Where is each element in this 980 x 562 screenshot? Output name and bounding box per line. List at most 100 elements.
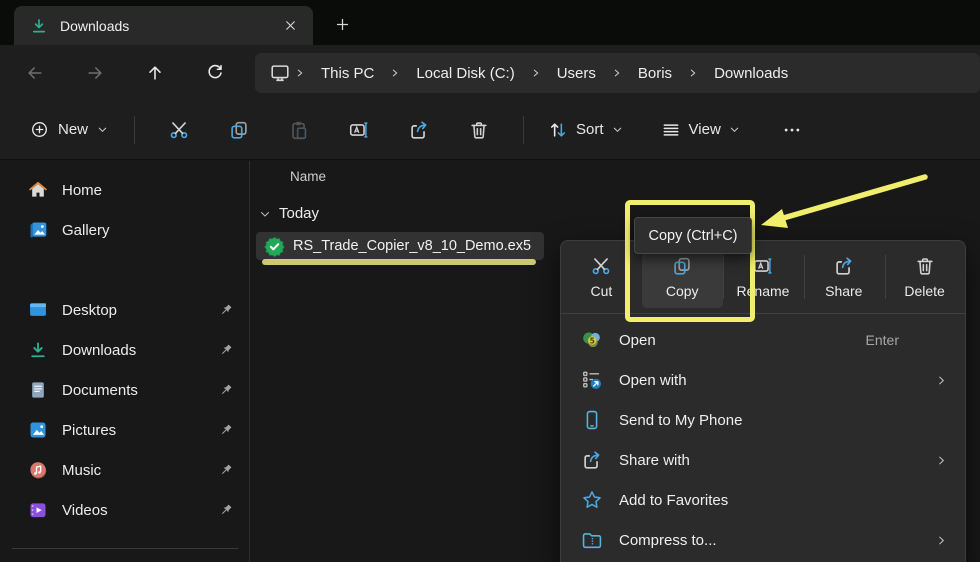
gallery-icon: [28, 220, 48, 240]
chevron-right-icon: [608, 67, 626, 79]
chevron-right-icon: [291, 67, 309, 79]
close-icon[interactable]: [277, 13, 303, 39]
open-with-icon: [580, 369, 604, 391]
menu-item-label: Share with: [619, 452, 935, 469]
delete-icon: [914, 255, 936, 277]
new-button[interactable]: New: [18, 113, 120, 146]
share-button[interactable]: [397, 111, 441, 149]
download-icon: [30, 17, 48, 35]
chevron-right-icon: [386, 67, 404, 79]
sidebar-item-videos[interactable]: Videos: [6, 492, 244, 528]
file-row-selected[interactable]: RS_Trade_Copier_v8_10_Demo.ex5: [256, 232, 544, 260]
sidebar: Home Gallery: [0, 161, 250, 562]
sidebar-item-downloads[interactable]: Downloads: [6, 332, 244, 368]
rename-button[interactable]: [337, 111, 381, 149]
menu-item-label: Open with: [619, 372, 935, 389]
cut-icon: [168, 119, 190, 141]
paste-icon: [288, 119, 310, 141]
menu-item-open[interactable]: 5 Open Enter: [561, 320, 965, 360]
breadcrumb-users[interactable]: Users: [545, 61, 608, 86]
phone-icon: [580, 409, 604, 431]
up-button[interactable]: [138, 58, 172, 88]
tab-downloads[interactable]: Downloads: [14, 6, 313, 45]
desktop-icon: [28, 300, 48, 320]
sidebar-item-label: Downloads: [62, 342, 218, 359]
quick-action-share[interactable]: Share: [803, 246, 884, 308]
chevron-right-icon: [935, 374, 947, 387]
menu-item-label: Add to Favorites: [619, 492, 947, 509]
pin-icon: [218, 422, 234, 438]
delete-button[interactable]: [457, 111, 501, 149]
quick-action-label: Cut: [591, 283, 613, 299]
share-icon: [833, 255, 855, 277]
chevron-right-icon: [684, 67, 702, 79]
pin-icon: [218, 342, 234, 358]
menu-item-label: Open: [619, 332, 866, 349]
quick-actions-row: Cut Copy: [561, 241, 965, 313]
sidebar-item-label: Home: [62, 182, 234, 199]
new-tab-button[interactable]: [327, 10, 357, 38]
menu-item-send-to-phone[interactable]: Send to My Phone: [561, 400, 965, 440]
quick-action-delete[interactable]: Delete: [884, 246, 965, 308]
file-name: RS_Trade_Copier_v8_10_Demo.ex5: [293, 238, 531, 254]
menu-item-share-with[interactable]: Share with: [561, 440, 965, 480]
delete-icon: [468, 119, 490, 141]
sidebar-item-documents[interactable]: Documents: [6, 372, 244, 408]
music-icon: [28, 460, 48, 480]
star-icon: [580, 489, 604, 511]
menu-item-compress-to[interactable]: Compress to...: [561, 520, 965, 560]
breadcrumb-downloads[interactable]: Downloads: [702, 61, 800, 86]
quick-action-label: Delete: [904, 283, 944, 299]
videos-icon: [28, 500, 48, 520]
view-button-label: View: [689, 121, 721, 138]
chevron-down-icon: [612, 124, 623, 135]
address-bar[interactable]: This PC Local Disk (C:) Users Boris Down…: [255, 53, 980, 93]
cut-button[interactable]: [157, 111, 201, 149]
column-header-name[interactable]: Name: [290, 169, 326, 184]
copy-button[interactable]: [217, 111, 261, 149]
sidebar-item-desktop[interactable]: Desktop: [6, 292, 244, 328]
sidebar-item-label: Gallery: [62, 222, 234, 239]
annotation-arrow: [752, 160, 932, 236]
mt5-app-icon: 5: [580, 329, 604, 351]
group-header-today[interactable]: Today: [259, 205, 319, 222]
sidebar-item-label: Videos: [62, 502, 218, 519]
context-menu: Cut Copy: [560, 240, 966, 562]
chevron-down-icon: [729, 124, 740, 135]
sort-button[interactable]: Sort: [538, 113, 633, 147]
sidebar-item-pictures[interactable]: Pictures: [6, 412, 244, 448]
sidebar-item-label: Music: [62, 462, 218, 479]
command-toolbar: New: [0, 100, 980, 160]
menu-item-label: Compress to...: [619, 532, 935, 549]
sidebar-divider: [12, 548, 238, 549]
refresh-button[interactable]: [198, 58, 232, 88]
back-button[interactable]: [18, 58, 52, 88]
annotation-underline: [262, 259, 536, 265]
view-button[interactable]: View: [651, 113, 750, 147]
sidebar-item-gallery[interactable]: Gallery: [6, 212, 244, 248]
sidebar-item-home[interactable]: Home: [6, 172, 244, 208]
copy-icon: [228, 119, 250, 141]
pin-icon: [218, 462, 234, 478]
breadcrumb-local-disk[interactable]: Local Disk (C:): [404, 61, 526, 86]
menu-item-add-to-favorites[interactable]: Add to Favorites: [561, 480, 965, 520]
breadcrumb-this-pc[interactable]: This PC: [309, 61, 386, 86]
toolbar-divider: [523, 116, 524, 144]
sidebar-item-music[interactable]: Music: [6, 452, 244, 488]
menu-item-open-with[interactable]: Open with: [561, 360, 965, 400]
forward-button[interactable]: [78, 58, 112, 88]
plus-circle-icon: [30, 120, 49, 139]
compress-zip-icon: [580, 529, 604, 551]
sidebar-item-label: Documents: [62, 382, 218, 399]
this-pc-icon: [269, 62, 291, 84]
new-button-label: New: [58, 121, 88, 138]
ex5-file-icon: [264, 236, 285, 257]
sidebar-item-label: Pictures: [62, 422, 218, 439]
home-icon: [28, 180, 48, 200]
rename-icon: [348, 119, 370, 141]
chevron-right-icon: [935, 454, 947, 467]
more-options-button[interactable]: [774, 111, 810, 149]
paste-button[interactable]: [277, 111, 321, 149]
pictures-icon: [28, 420, 48, 440]
breadcrumb-boris[interactable]: Boris: [626, 61, 684, 86]
